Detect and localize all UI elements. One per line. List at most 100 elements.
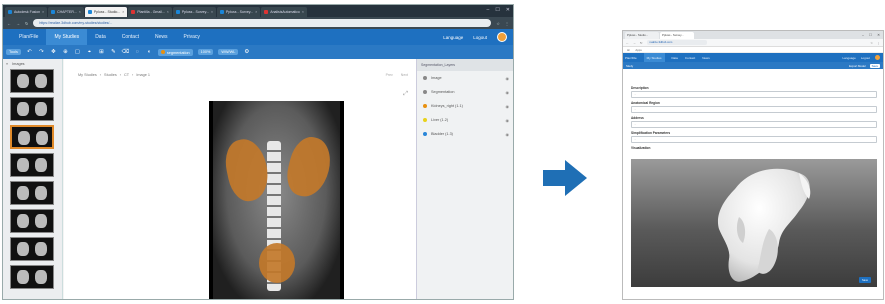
prev-button[interactable]: Prev <box>386 73 393 77</box>
threshold-icon[interactable]: ◐ <box>146 49 153 56</box>
browser-tab[interactable]: Autodesk Fusion × <box>5 7 48 17</box>
maximize-icon[interactable]: ☐ <box>869 33 872 37</box>
minimize-icon[interactable]: – <box>487 7 490 13</box>
zoom-selector[interactable]: 100% <box>197 49 214 55</box>
close-icon[interactable]: × <box>167 10 169 14</box>
collapse-icon[interactable]: « <box>6 62 8 66</box>
layer-item[interactable]: Liver (1.2) ◉ <box>417 113 513 127</box>
nav-data[interactable]: Data <box>672 56 678 60</box>
eye-icon[interactable]: ◉ <box>506 104 510 109</box>
menu-icon[interactable]: ⋮ <box>877 41 880 45</box>
language-selector[interactable]: Language <box>443 35 463 40</box>
avatar[interactable] <box>497 32 507 42</box>
close-window-icon[interactable]: ✕ <box>506 7 510 13</box>
minimize-icon[interactable]: – <box>862 33 864 37</box>
thumbnail[interactable] <box>10 181 54 205</box>
save-button[interactable]: Save <box>859 277 871 283</box>
nav-news[interactable]: News <box>702 56 710 60</box>
nav-news[interactable]: News <box>147 29 176 45</box>
browser-tab-active[interactable]: Ppluss - Survey... <box>660 32 694 39</box>
zoom-icon[interactable]: ⊕ <box>62 49 69 56</box>
nav-plan-file[interactable]: Plan/File <box>11 29 46 45</box>
layer-item[interactable]: Segmentation ◉ <box>417 85 513 99</box>
layer-selector[interactable]: segmentation <box>157 48 193 56</box>
browser-tab[interactable]: Ppluss - Survey... × <box>172 7 217 17</box>
nav-plan-file[interactable]: Plan/File <box>625 56 637 60</box>
eye-icon[interactable]: ◉ <box>506 118 510 123</box>
browser-tab[interactable]: AnalisisAutomatico × <box>261 7 307 17</box>
language-selector[interactable]: Language <box>842 56 855 60</box>
breadcrumb-item[interactable]: Studies <box>104 73 117 77</box>
back-icon[interactable]: ← <box>7 21 11 26</box>
layer-item[interactable]: Kidneys_right (1.1) ◉ <box>417 99 513 113</box>
address-field[interactable]: ... <box>631 121 877 128</box>
browser-tab[interactable]: Ppluss - Survey... × <box>217 7 261 17</box>
star-icon[interactable]: ☆ <box>496 21 500 26</box>
menu-icon[interactable]: ⋮ <box>505 21 509 26</box>
brush-icon[interactable]: ✎ <box>110 49 117 56</box>
eraser-icon[interactable]: ⌫ <box>121 49 129 56</box>
logout-link[interactable]: Logout <box>861 56 870 60</box>
close-icon[interactable]: × <box>211 10 213 14</box>
next-button[interactable]: Next <box>401 73 408 77</box>
forward-icon[interactable]: → <box>633 41 636 45</box>
save-button[interactable]: Save <box>869 63 880 68</box>
apps-icon[interactable]: ⊞ <box>627 48 629 52</box>
nav-contact[interactable]: Contact <box>685 56 695 60</box>
window-level-selector[interactable]: WW/WL <box>218 49 239 55</box>
close-window-icon[interactable]: ✕ <box>877 33 880 37</box>
nav-my-studies[interactable]: My Studies <box>643 53 665 62</box>
settings-icon[interactable]: ⚙ <box>243 49 250 56</box>
thumbnail[interactable] <box>10 153 54 177</box>
breadcrumb-item[interactable]: CT <box>124 73 129 77</box>
thumbnail-selected[interactable] <box>10 125 54 149</box>
browser-tab[interactable]: CHAPTER... × <box>48 7 84 17</box>
reload-icon[interactable]: ↻ <box>25 21 28 26</box>
close-icon[interactable]: × <box>79 10 81 14</box>
reload-icon[interactable]: ↻ <box>640 41 643 45</box>
close-icon[interactable]: × <box>42 10 44 14</box>
thumbnail[interactable] <box>10 209 54 233</box>
export-model-button[interactable]: Export Model <box>849 64 865 68</box>
nav-data[interactable]: Data <box>87 29 114 45</box>
bookmark-item[interactable]: Apps <box>635 48 641 52</box>
avatar[interactable] <box>875 55 880 60</box>
logout-link[interactable]: Logout <box>473 35 487 40</box>
star-icon[interactable]: ☆ <box>870 41 873 45</box>
thumbnail[interactable] <box>10 237 54 261</box>
description-field[interactable]: ... <box>631 91 877 98</box>
tools-button[interactable]: Tools <box>6 49 21 55</box>
eye-icon[interactable]: ◉ <box>506 76 510 81</box>
browser-tab[interactable]: Ppluss - Studio... <box>625 32 659 39</box>
pan-icon[interactable]: ✥ <box>50 49 57 56</box>
expand-icon[interactable]: ⤢ <box>403 91 408 98</box>
url-field[interactable]: https://realize.3dhub.com/my-studies/stu… <box>33 19 492 27</box>
layer-item[interactable]: Image ◉ <box>417 71 513 85</box>
ct-scan-image[interactable] <box>209 101 344 299</box>
crosshair-icon[interactable]: ⌖ <box>86 49 93 56</box>
simplification-field[interactable]: ... <box>631 136 877 143</box>
lasso-icon[interactable]: ◌ <box>134 49 141 56</box>
grid-icon[interactable]: ⊞ <box>98 49 105 56</box>
close-icon[interactable]: × <box>255 10 257 14</box>
close-icon[interactable]: × <box>122 10 124 14</box>
eye-icon[interactable]: ◉ <box>506 90 510 95</box>
anatomical-region-field[interactable]: ... <box>631 106 877 113</box>
undo-icon[interactable]: ↶ <box>26 49 33 56</box>
back-icon[interactable]: ← <box>626 41 629 45</box>
breadcrumb-item[interactable]: My Studies <box>78 73 97 77</box>
layer-item[interactable]: Bladder (1.3) ◉ <box>417 127 513 141</box>
forward-icon[interactable]: → <box>16 21 20 26</box>
url-field[interactable]: realize.3dhub.com <box>646 40 707 45</box>
browser-tab[interactable]: Plantilla - Gmail... × <box>128 7 172 17</box>
thumbnail[interactable] <box>10 97 54 121</box>
maximize-icon[interactable]: ☐ <box>495 7 499 13</box>
close-icon[interactable]: × <box>302 10 304 14</box>
nav-my-studies[interactable]: My Studies <box>46 29 88 45</box>
browser-tab-active[interactable]: Ppluss - Studio... × <box>84 7 128 17</box>
redo-icon[interactable]: ↷ <box>38 49 45 56</box>
nav-privacy[interactable]: Privacy <box>176 29 208 45</box>
eye-icon[interactable]: ◉ <box>506 132 510 137</box>
thumbnail[interactable] <box>10 265 54 289</box>
thumbnail[interactable] <box>10 69 54 93</box>
